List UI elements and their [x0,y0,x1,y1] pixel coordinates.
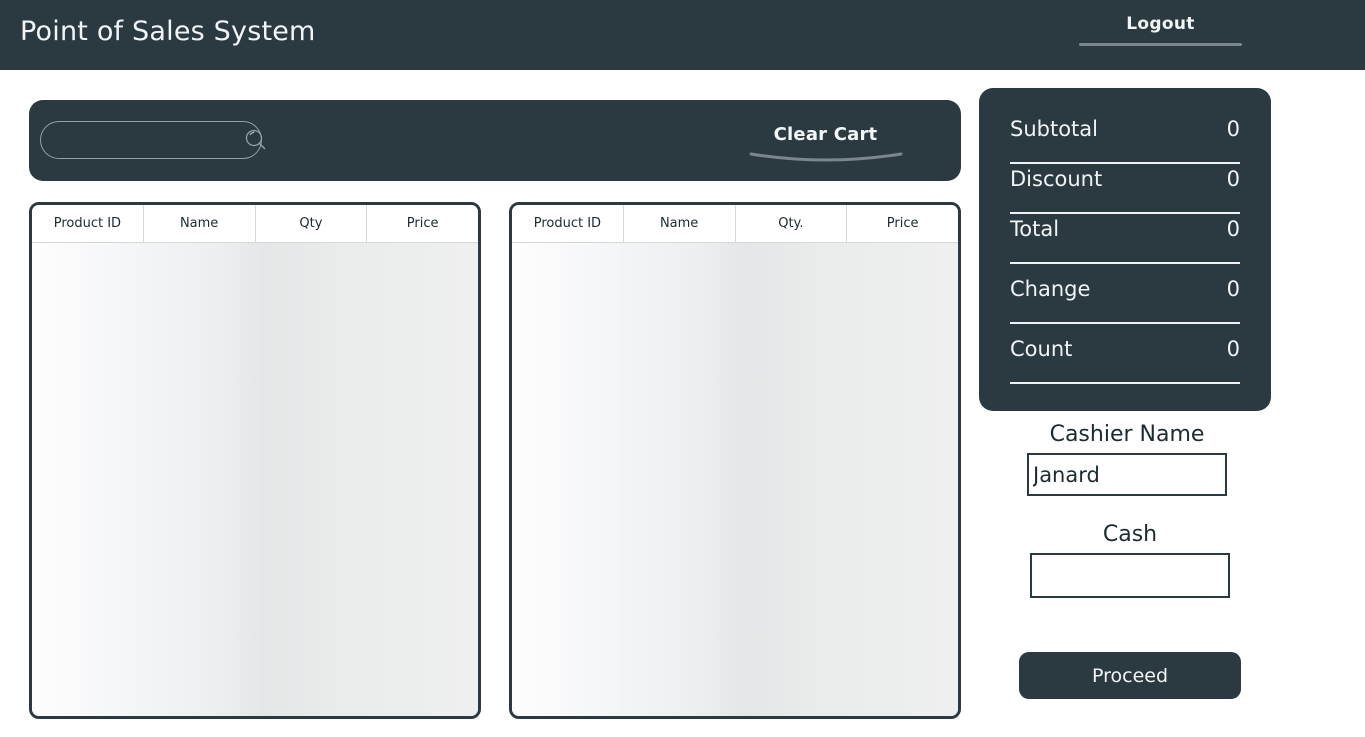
summary-row-subtotal: Subtotal 0 [1010,114,1240,164]
summary-row-count: Count 0 [1010,334,1240,384]
summary-value-subtotal: 0 [1226,117,1240,141]
summary-value-discount: 0 [1226,167,1240,191]
toolbar: Clear Cart [29,100,961,181]
logout-underline [1079,43,1242,46]
cart-table-header-row: Product ID Name Qty. Price [512,205,958,243]
cashier-name-input[interactable] [1027,453,1227,496]
page-title: Point of Sales System [20,16,316,47]
column-header-cart-name[interactable]: Name [623,205,736,242]
logout-button-label: Logout [1126,14,1195,34]
proceed-button[interactable]: Proceed [1019,652,1241,699]
summary-row-change: Change 0 [1010,274,1240,324]
logout-button[interactable]: Logout [1079,14,1242,46]
cashier-name-label: Cashier Name [1049,422,1205,447]
clear-cart-underline [749,151,903,165]
cashier-name-field-group: Cashier Name [1026,422,1228,496]
cash-label: Cash [1102,522,1158,547]
summary-row-total: Total 0 [1010,214,1240,264]
summary-label-change: Change [1010,277,1091,301]
summary-value-change: 0 [1226,277,1240,301]
cash-input[interactable] [1030,553,1230,598]
search-box[interactable] [40,121,266,159]
search-icon[interactable] [243,123,269,157]
column-header-cart-qty[interactable]: Qty. [735,205,848,242]
column-header-name[interactable]: Name [143,205,256,242]
product-table-header-row: Product ID Name Qty Price [32,205,478,243]
app-header: Point of Sales System Logout [0,0,1365,70]
summary-label-count: Count [1010,337,1073,361]
clear-cart-button[interactable]: Clear Cart [733,124,918,165]
column-header-qty[interactable]: Qty [255,205,368,242]
clear-cart-button-label: Clear Cart [773,124,878,145]
cash-field-group: Cash [1030,522,1230,598]
summary-row-discount: Discount 0 [1010,164,1240,214]
column-header-product-id[interactable]: Product ID [32,205,144,242]
column-header-cart-price[interactable]: Price [847,205,958,242]
summary-panel: Subtotal 0 Discount 0 Total 0 Change 0 C… [979,88,1271,411]
product-table[interactable]: Product ID Name Qty Price [29,202,481,719]
column-header-cart-product-id[interactable]: Product ID [512,205,624,242]
column-header-price[interactable]: Price [367,205,478,242]
search-input[interactable] [41,122,243,158]
summary-value-count: 0 [1226,337,1240,361]
cart-table-body[interactable] [512,243,958,716]
summary-value-total: 0 [1226,217,1240,241]
summary-label-subtotal: Subtotal [1010,117,1098,141]
summary-label-discount: Discount [1010,167,1103,191]
summary-label-total: Total [1010,217,1060,241]
product-table-body[interactable] [32,243,478,716]
cart-table[interactable]: Product ID Name Qty. Price [509,202,961,719]
